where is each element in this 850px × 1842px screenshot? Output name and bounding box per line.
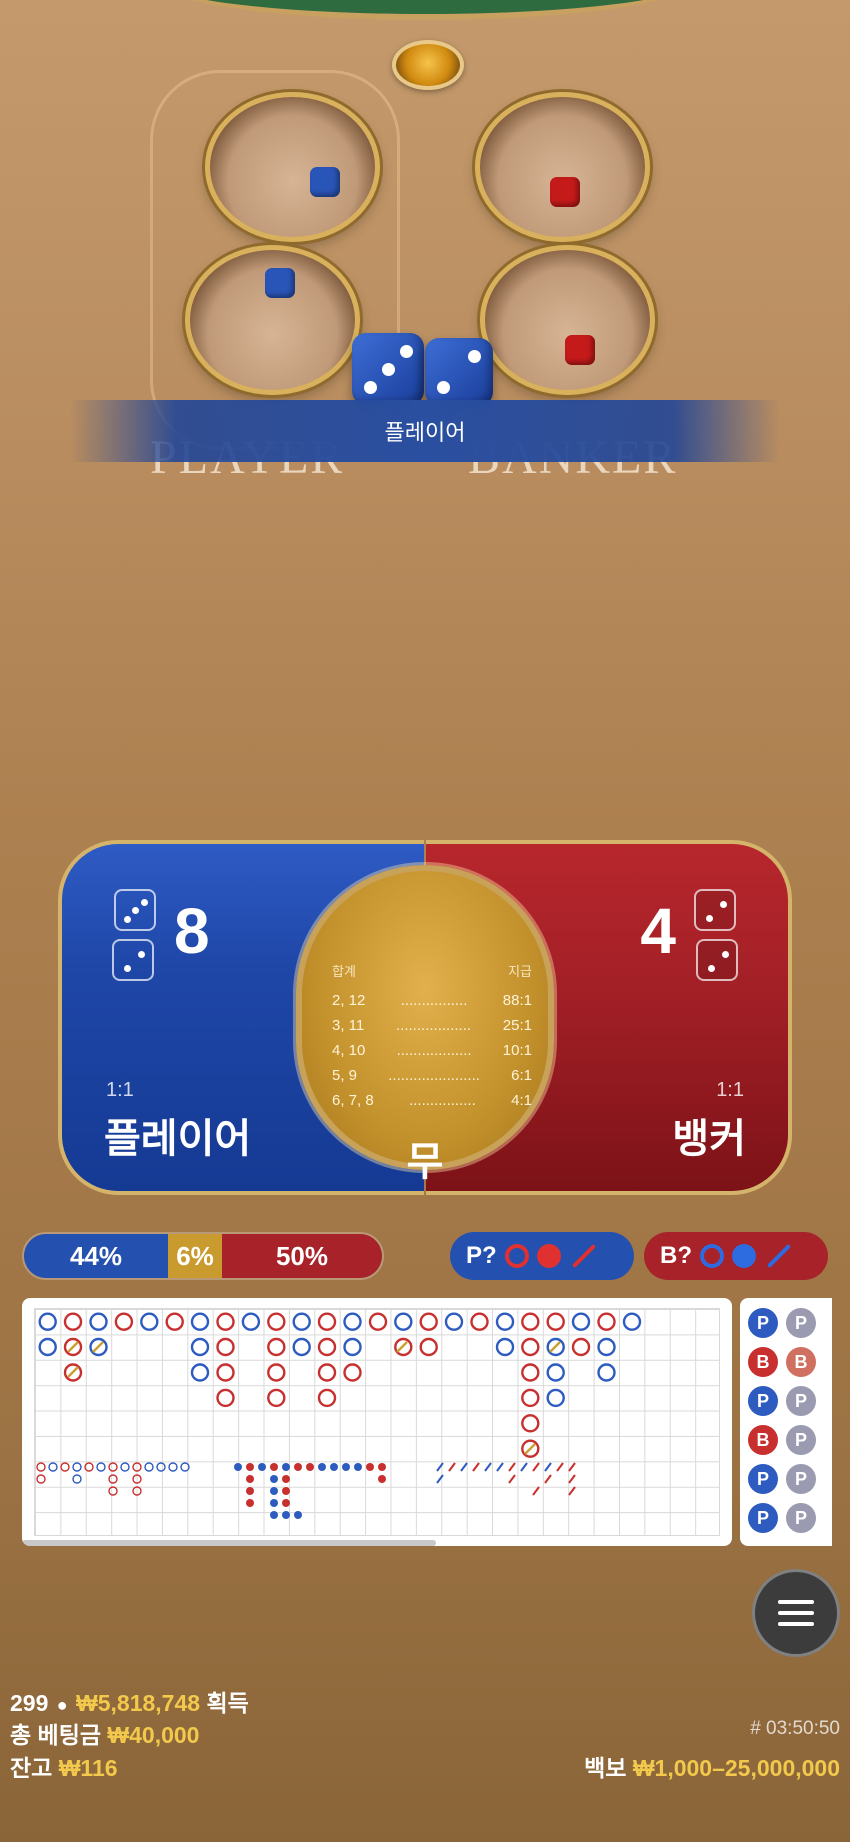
felt-edge xyxy=(155,0,695,20)
bead-row: P P xyxy=(748,1308,824,1338)
paytable-pay-header: 지급 xyxy=(508,964,532,979)
person-icon: ● xyxy=(56,1695,68,1715)
total-bet-label: 총 베팅금 xyxy=(10,1722,102,1748)
player-panel-die-2 xyxy=(112,939,154,981)
bead-player: P xyxy=(786,1503,816,1533)
small-road-dot-icon xyxy=(536,1244,561,1268)
player-die-1 xyxy=(310,167,340,197)
tie-bet-area[interactable]: 합계 지급 2, 12................ 88:1 3, 11...… xyxy=(296,865,554,1184)
bead-banker: B xyxy=(748,1347,778,1377)
total-bet-value: ₩40,000 xyxy=(107,1722,200,1748)
roadmap-marks xyxy=(36,1312,642,1519)
bead-banker: B xyxy=(786,1347,816,1377)
small-road-dot-icon xyxy=(732,1244,756,1268)
roadmap-scrollbar[interactable] xyxy=(22,1540,436,1546)
tie-win-pct: 6% xyxy=(168,1234,222,1278)
menu-button[interactable] xyxy=(752,1569,840,1657)
balance-label: 잔고 xyxy=(10,1755,53,1781)
player-cup-1 xyxy=(205,92,380,242)
player-win-pct: 44% xyxy=(24,1234,168,1278)
player-score: 8 xyxy=(174,895,210,967)
bead-player: P xyxy=(748,1308,778,1338)
banker-cup-2 xyxy=(480,245,655,395)
players-winnings-line: 299 ● ₩5,818,748 획득 xyxy=(10,1684,249,1718)
player-ask-label: P? xyxy=(466,1242,497,1269)
bead-player: P xyxy=(748,1464,778,1494)
bead-row: P P xyxy=(748,1386,824,1416)
game-scene: PLAYER BANKER 플레이어 xyxy=(0,0,850,484)
bead-row: P P xyxy=(748,1503,824,1533)
bead-row: P P xyxy=(748,1464,824,1494)
banker-score: 4 xyxy=(640,895,676,967)
tie-label: 무 xyxy=(406,1140,444,1184)
banker-ask-label: B? xyxy=(660,1242,692,1269)
bead-player: P xyxy=(748,1386,778,1416)
win-statistics-bar[interactable]: 44% 6% 50% xyxy=(22,1232,384,1280)
gold-gem xyxy=(392,40,464,90)
bead-player: P xyxy=(786,1386,816,1416)
bead-player: P xyxy=(786,1464,816,1494)
paytable-row: 5, 9...................... 6:1 xyxy=(332,1067,532,1084)
banker-cup-1 xyxy=(475,92,650,242)
table-limits-line[interactable]: 백보 ₩1,000–25,000,000 xyxy=(584,1749,840,1783)
paytable-row: 6, 7, 8................ 4:1 xyxy=(332,1092,532,1109)
bead-player: P xyxy=(786,1425,816,1455)
player-die-2 xyxy=(265,268,295,298)
player-ask-button[interactable]: P? xyxy=(450,1232,634,1280)
balance-line: 잔고 ₩116 xyxy=(10,1749,118,1783)
result-banner-label: 플레이어 xyxy=(384,420,466,445)
limits-label: 백보 xyxy=(584,1755,627,1781)
winnings-label: 획득 xyxy=(206,1690,249,1716)
roadmap-grid xyxy=(34,1308,720,1536)
paytable-row: 4, 10.................. 10:1 xyxy=(332,1042,532,1059)
game-round-id: # 03:50:50 xyxy=(750,1718,840,1739)
player-panel-die-1 xyxy=(114,889,156,931)
bead-row: B B xyxy=(748,1347,824,1377)
big-eye-ring-icon xyxy=(700,1244,724,1268)
banker-panel-die-1 xyxy=(694,889,736,931)
banker-die-1 xyxy=(550,177,580,207)
banker-panel-die-2 xyxy=(696,939,738,981)
paytable-row: 3, 11.................. 25:1 xyxy=(332,1017,532,1034)
big-eye-ring-icon xyxy=(504,1244,529,1268)
paytable-sum-header: 합계 xyxy=(332,964,356,979)
bead-player: P xyxy=(748,1503,778,1533)
balance-value: ₩116 xyxy=(58,1755,118,1781)
banker-ask-button[interactable]: B? xyxy=(644,1232,828,1280)
total-winnings: ₩5,818,748 xyxy=(76,1690,201,1716)
result-panel: 8 1:1 플레이어 4 1:1 뱅커 합계 지급 2, 12.........… xyxy=(58,840,792,1195)
player-label: 플레이어 xyxy=(104,1117,252,1161)
roadmap-panel[interactable] xyxy=(22,1298,732,1546)
big-die-2 xyxy=(425,338,493,406)
limits-value: ₩1,000–25,000,000 xyxy=(632,1755,840,1781)
paytable-row: 2, 12................ 88:1 xyxy=(332,992,532,1009)
player-count: 299 xyxy=(10,1690,49,1716)
banker-odds: 1:1 xyxy=(716,1079,744,1101)
hamburger-icon xyxy=(778,1600,814,1604)
cockroach-slash-icon xyxy=(571,1243,596,1269)
banker-win-pct: 50% xyxy=(222,1234,382,1278)
player-odds: 1:1 xyxy=(106,1079,134,1101)
bead-player: P xyxy=(786,1308,816,1338)
big-die-3 xyxy=(352,333,424,405)
banker-label: 뱅커 xyxy=(672,1117,746,1161)
player-cup-2 xyxy=(185,245,360,395)
result-banner: 플레이어 xyxy=(70,400,780,462)
bead-banker: B xyxy=(748,1425,778,1455)
bead-row: B P xyxy=(748,1425,824,1455)
bead-road-panel[interactable]: P P B B P P B P P P P P xyxy=(740,1298,832,1546)
cockroach-slash-icon xyxy=(766,1243,792,1269)
banker-die-2 xyxy=(565,335,595,365)
tie-paytable: 합계 지급 2, 12................ 88:1 3, 11...… xyxy=(332,961,532,1117)
total-bet-line: 총 베팅금 ₩40,000 xyxy=(10,1716,199,1750)
